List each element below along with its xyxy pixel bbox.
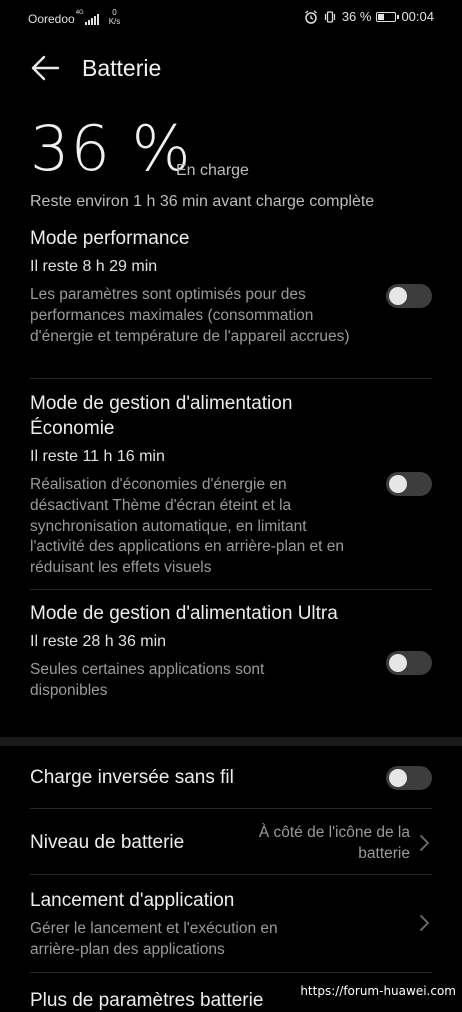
app-launch-title: Lancement d'application [30,890,235,911]
power-saving-mode-toggle[interactable] [386,472,432,496]
carrier-name: Ooredoo [28,12,75,26]
toggle-knob [389,475,407,493]
signal-icon [84,13,99,25]
network-speed-value: 0 [112,8,117,17]
divider [30,808,432,809]
performance-mode-description: Les paramètres sont optimisés pour des p… [30,286,350,345]
app-header: Batterie [0,50,462,90]
divider [30,972,432,973]
back-arrow-icon[interactable] [30,54,62,82]
ultra-saving-mode-item[interactable]: Mode de gestion d'alimentation Ultra Il … [30,601,432,702]
watermark: https://forum-huawei.com [294,982,462,1000]
vibrate-icon [324,10,335,23]
app-launch-description: Gérer le lancement et l'exécution en arr… [30,920,278,958]
divider [30,874,432,875]
performance-mode-title: Mode performance [30,228,190,249]
network-speed: 0 K/s [109,8,121,26]
performance-mode-remaining: Il reste 8 h 29 min [30,258,158,275]
chevron-right-icon[interactable] [418,834,430,852]
performance-mode-toggle[interactable] [386,284,432,308]
charging-state: En charge [176,162,249,179]
power-saving-mode-item[interactable]: Mode de gestion d'alimentation Économie … [30,391,432,579]
ultra-saving-mode-description: Seules certaines applications sont dispo… [30,661,265,699]
app-launch-item[interactable]: Lancement d'application Gérer le lanceme… [30,888,432,961]
reverse-charge-title[interactable]: Charge inversée sans fil [30,767,234,789]
divider [30,589,432,590]
status-bar: Ooredoo 4G 0 K/s 36 % 00:04 [0,0,462,34]
network-type: 4G [75,10,84,16]
battery-level-title[interactable]: Niveau de batterie [30,832,184,854]
ultra-saving-mode-title: Mode de gestion d'alimentation Ultra [30,603,338,624]
status-bar-right: 36 % 00:04 [304,9,434,24]
toggle-knob [389,769,407,787]
battery-level-value[interactable]: À côté de l'icône de la batterie [240,822,410,864]
battery-charging-icon [376,11,400,22]
reverse-charge-toggle[interactable] [386,766,432,790]
power-saving-mode-title: Mode de gestion d'alimentation Économie [30,393,293,439]
more-battery-settings[interactable]: Plus de paramètres batterie [30,990,263,1012]
performance-mode-item[interactable]: Mode performance Il reste 8 h 29 min Les… [30,226,432,347]
alarm-icon [304,9,317,24]
battery-percent-status: 36 % [341,9,372,24]
divider [30,378,432,379]
ultra-saving-mode-toggle[interactable] [386,651,432,675]
clock: 00:04 [401,9,434,24]
page-title: Batterie [82,55,162,81]
toggle-knob [389,287,407,305]
toggle-knob [389,654,407,672]
ultra-saving-mode-remaining: Il reste 28 h 36 min [30,633,167,650]
chevron-right-icon[interactable] [418,914,430,932]
section-separator [0,737,462,746]
status-bar-left: Ooredoo 4G 0 K/s [28,8,121,28]
power-saving-mode-remaining: Il reste 11 h 16 min [30,448,165,465]
network-speed-unit: K/s [108,17,121,26]
power-saving-mode-description: Réalisation d'économies d'énergie en dés… [30,476,344,577]
time-to-full-charge: Reste environ 1 h 36 min avant charge co… [30,193,375,210]
battery-percent-large: 36 % [30,112,192,185]
